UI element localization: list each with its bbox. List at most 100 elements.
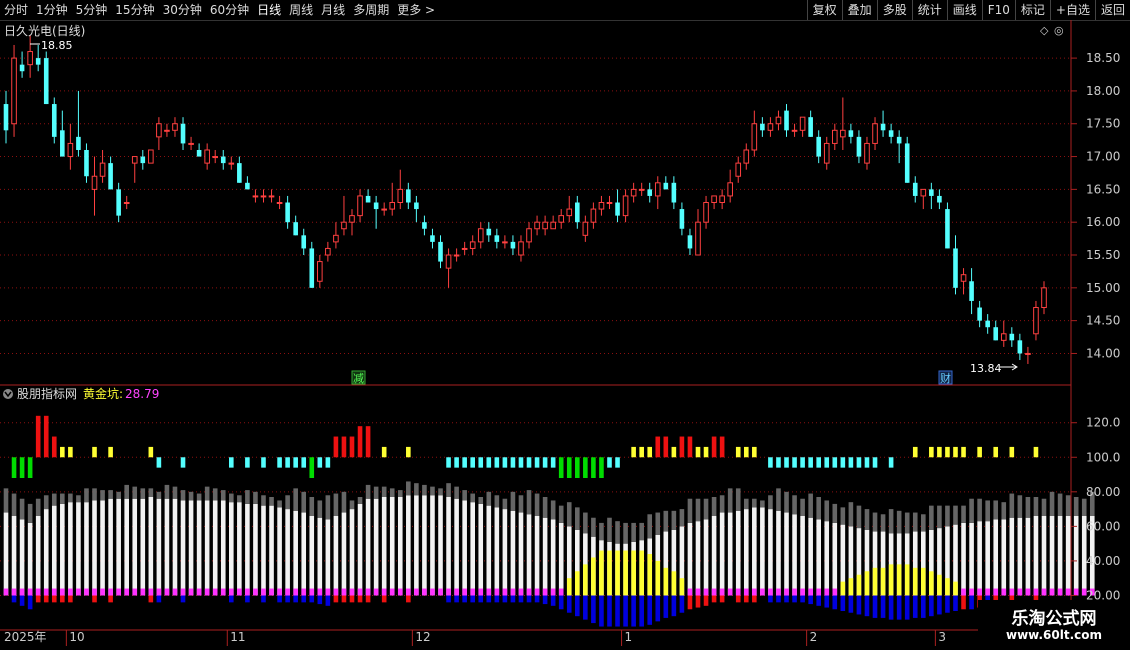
indicator-bar-group <box>639 446 644 627</box>
price-tick-label: 17.00 <box>1086 150 1120 164</box>
indicator-bar <box>325 519 331 596</box>
indicator-bar <box>414 495 419 596</box>
candle <box>494 228 500 249</box>
pit-band <box>76 588 81 596</box>
bottom-bar <box>792 595 797 603</box>
indicator-cap <box>896 510 902 534</box>
indicator-cap <box>832 503 838 523</box>
momentum-bar <box>357 426 363 458</box>
candle-body-up <box>397 188 404 203</box>
indicator-bar-group <box>92 446 97 603</box>
indicator-bar <box>1057 516 1063 596</box>
indicator-bar <box>832 522 838 596</box>
indicator-bar-group <box>389 488 395 596</box>
indicator-bar <box>438 495 443 596</box>
momentum-bar <box>945 446 950 458</box>
candle <box>831 123 838 150</box>
candle <box>285 195 290 229</box>
settings-icon[interactable]: ◎ <box>1054 24 1064 37</box>
pit-band <box>856 574 862 596</box>
diamond-icon[interactable]: ◇ <box>1040 24 1049 37</box>
indicator-bar-group <box>1017 495 1023 596</box>
indicator-param-value: 28.79 <box>125 387 159 401</box>
indicator-bar-group <box>164 484 170 596</box>
momentum-bar <box>800 457 805 468</box>
indicator-bar <box>237 502 242 596</box>
price-tick-label: 18.50 <box>1086 51 1120 65</box>
bottom-bar <box>277 595 282 603</box>
pit-band <box>864 571 870 596</box>
candle <box>654 176 661 210</box>
indicator-cap <box>132 486 138 499</box>
candle-body-up <box>276 202 283 204</box>
indicator-cap <box>60 493 65 504</box>
candle-body-up <box>799 116 806 131</box>
candle <box>615 189 620 223</box>
indicator-bar-group <box>743 446 749 603</box>
indicator-cap <box>663 510 669 532</box>
momentum-bar <box>816 457 821 468</box>
pit-band <box>188 588 194 596</box>
indicator-bar-group <box>180 457 186 603</box>
candle <box>542 215 548 236</box>
bottom-bar <box>776 595 781 603</box>
indicator-bar <box>309 516 315 596</box>
indicator-cap <box>735 488 741 511</box>
event-marker-2[interactable]: 财 <box>938 370 953 385</box>
indicator-cap <box>1057 493 1063 516</box>
indicator-cap <box>953 505 958 525</box>
indicator-bar <box>132 498 138 596</box>
momentum-bar <box>961 446 966 458</box>
candle <box>1009 327 1015 347</box>
indicator-cap <box>1033 497 1039 516</box>
candle-body-up <box>622 195 629 217</box>
pit-band <box>945 578 950 596</box>
indicator-bar-group <box>663 436 669 618</box>
pit-band <box>929 571 934 596</box>
indicator-bar-group <box>864 457 870 617</box>
pit-band <box>1041 588 1047 596</box>
indicator-bar <box>695 521 701 596</box>
price-tick-label: 16.50 <box>1086 182 1120 196</box>
indicator-bar <box>800 516 805 596</box>
pit-band <box>60 588 65 596</box>
pit-band <box>27 588 33 596</box>
month-label: 12 <box>415 630 430 644</box>
indicator-bar-group <box>776 457 781 603</box>
indicator-bar <box>285 509 290 596</box>
momentum-bar <box>486 457 492 468</box>
candle-body-up <box>743 149 750 164</box>
indicator-cap <box>703 498 709 520</box>
indicator-cap <box>212 488 218 501</box>
momentum-bar <box>735 446 741 458</box>
candle <box>969 268 974 315</box>
pit-band <box>1049 588 1055 596</box>
indicator-cap <box>245 490 250 504</box>
candle <box>735 156 742 183</box>
indicator-bar-group <box>188 491 194 596</box>
pit-band <box>719 588 725 596</box>
indicator-bar <box>220 500 226 596</box>
indicator-bar <box>51 505 57 596</box>
indicator-bar <box>550 519 556 596</box>
momentum-bar <box>663 436 669 458</box>
candle <box>293 215 298 236</box>
indicator-cap <box>816 497 821 520</box>
indicator-cap <box>229 493 234 503</box>
indicator-bar <box>76 502 81 596</box>
candle-body-down <box>108 163 113 190</box>
indicator-cap <box>84 488 89 503</box>
indicator-cap <box>494 495 500 508</box>
bottom-bar <box>148 595 154 603</box>
candle-body-up <box>695 221 701 256</box>
indicator-cap <box>534 493 540 516</box>
indicator-cap <box>27 503 33 523</box>
indicator-bar <box>687 522 693 596</box>
candle <box>3 90 9 144</box>
momentum-bar <box>365 426 371 458</box>
candle <box>1017 333 1023 361</box>
pit-band <box>888 564 894 596</box>
bottom-bar <box>333 595 339 603</box>
event-marker-1[interactable]: 减 <box>351 370 366 385</box>
indicator-cap <box>1041 498 1047 516</box>
